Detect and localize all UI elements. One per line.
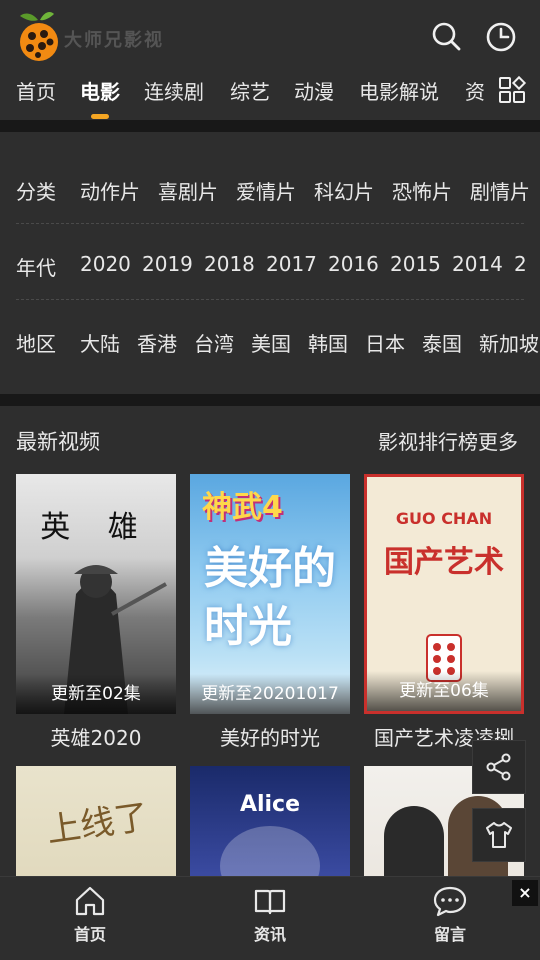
video-card[interactable]: 英 雄 更新至02集 英雄2020 <box>16 474 176 750</box>
filter-option[interactable]: 2015 <box>390 252 441 276</box>
filter-option[interactable]: 2020 <box>80 252 131 276</box>
share-icon <box>486 753 511 781</box>
close-button[interactable]: × <box>512 880 538 906</box>
filter-label-category: 分类 <box>16 180 56 204</box>
nav-tab-news[interactable]: 资 <box>465 76 485 105</box>
poster-title-art: 上线了 <box>44 797 151 851</box>
poster-title-art: 国产艺术 <box>384 545 504 580</box>
chat-icon <box>433 886 467 917</box>
poster-subtitle-art: GUO CHAN <box>395 509 493 528</box>
category-nav: 首页 电影 连续剧 综艺 动漫 电影解说 资 <box>0 68 492 116</box>
bottom-tab-bar: 首页 资讯 留言 <box>0 876 540 960</box>
share-button[interactable] <box>472 740 526 794</box>
orange-logo-icon <box>20 12 58 61</box>
history-button[interactable] <box>482 18 520 56</box>
bottom-tab-messages[interactable]: 留言 <box>410 885 490 955</box>
app-header: 大师兄影视 首页 电影 连续剧 综艺 动漫 电影解说 资 <box>0 0 540 120</box>
filter-option[interactable]: 爱情片 <box>236 176 296 205</box>
clock-icon <box>486 22 516 52</box>
shirt-icon <box>486 822 512 848</box>
filter-option[interactable]: 2014 <box>452 252 503 276</box>
nav-tab-variety[interactable]: 综艺 <box>230 76 270 105</box>
nav-tab-commentary[interactable]: 电影解说 <box>359 76 439 105</box>
active-tab-indicator <box>91 114 109 119</box>
ranking-more-link[interactable]: 影视排行榜更多 <box>378 426 518 455</box>
video-poster[interactable]: 神武4 美好的时光 更新至20201017 <box>190 474 350 714</box>
filter-option[interactable]: 泰国 <box>422 328 462 357</box>
bottom-tab-news[interactable]: 资讯 <box>230 885 310 955</box>
filter-option[interactable]: 2018 <box>204 252 255 276</box>
home-icon <box>75 886 105 916</box>
video-title[interactable]: 英雄2020 <box>9 722 183 751</box>
section-title: 最新视频 <box>16 430 100 454</box>
filter-option[interactable]: 美国 <box>251 328 291 357</box>
filter-option[interactable]: 日本 <box>365 328 405 357</box>
update-status: 更新至20201017 <box>190 674 350 714</box>
grid-icon <box>499 75 527 103</box>
bottom-tab-home[interactable]: 首页 <box>50 885 130 955</box>
nav-tab-movie[interactable]: 电影 <box>80 76 120 105</box>
filter-option[interactable]: 2019 <box>142 252 193 276</box>
filter-row-region: 地区 大陆 香港 台湾 美国 韩国 日本 泰国 新加坡 <box>0 300 540 376</box>
video-poster[interactable]: 英 雄 更新至02集 <box>16 474 176 714</box>
filter-option[interactable]: 韩国 <box>308 328 348 357</box>
filter-option[interactable]: 恐怖片 <box>392 176 452 205</box>
poster-title-art: 英 雄 <box>40 510 152 545</box>
filter-row-year: 年代 2020 2019 2018 2017 2016 2015 2014 2 <box>0 224 540 300</box>
nav-tab-series[interactable]: 连续剧 <box>144 76 204 105</box>
video-card[interactable]: 神武4 美好的时光 更新至20201017 美好的时光 <box>190 474 350 750</box>
filter-option[interactable]: 新加坡 <box>479 328 539 357</box>
video-poster[interactable]: GUO CHAN 国产艺术 更新至06集 <box>364 474 524 714</box>
filter-option[interactable]: 剧情片 <box>470 176 530 205</box>
filter-panel: 分类 动作片 喜剧片 爱情片 科幻片 恐怖片 剧情片 年代 2020 2019 … <box>0 132 540 394</box>
filter-option[interactable]: 2016 <box>328 252 379 276</box>
filter-option[interactable]: 科幻片 <box>314 176 374 205</box>
nav-tab-home[interactable]: 首页 <box>16 76 56 105</box>
poster-title-art: 美好的时光 <box>204 543 336 652</box>
book-icon <box>254 889 286 915</box>
filter-row-category: 分类 动作片 喜剧片 爱情片 科幻片 恐怖片 剧情片 <box>0 148 540 224</box>
filter-option[interactable]: 2017 <box>266 252 317 276</box>
update-status: 更新至02集 <box>16 674 176 714</box>
search-button[interactable] <box>428 18 466 56</box>
filter-label-year: 年代 <box>16 256 56 280</box>
filter-option[interactable]: 台湾 <box>194 328 234 357</box>
filter-option[interactable]: 大陆 <box>80 328 120 357</box>
video-card[interactable]: GUO CHAN 国产艺术 更新至06集 国产艺术凌凌捌 <box>364 474 524 750</box>
bottom-tab-label: 资讯 <box>253 925 286 944</box>
nav-tab-anime[interactable]: 动漫 <box>294 76 334 105</box>
logo-text: 大师兄影视 <box>64 30 164 51</box>
filter-label-region: 地区 <box>16 332 56 356</box>
filter-option[interactable]: 动作片 <box>80 176 140 205</box>
update-status: 更新至06集 <box>367 671 521 711</box>
filter-option[interactable]: 2 <box>514 252 527 276</box>
filter-option[interactable]: 喜剧片 <box>158 176 218 205</box>
filter-option[interactable]: 香港 <box>137 328 177 357</box>
search-icon <box>432 22 461 51</box>
poster-title-art: Alice <box>239 792 301 817</box>
poster-logo-art: 神武4 <box>202 490 283 525</box>
bottom-tab-label: 留言 <box>433 925 466 944</box>
bottom-tab-label: 首页 <box>73 925 106 944</box>
theme-button[interactable] <box>472 808 526 862</box>
all-categories-button[interactable] <box>496 74 528 106</box>
video-title[interactable]: 美好的时光 <box>183 722 357 751</box>
app-logo[interactable]: 大师兄影视 <box>16 8 166 64</box>
